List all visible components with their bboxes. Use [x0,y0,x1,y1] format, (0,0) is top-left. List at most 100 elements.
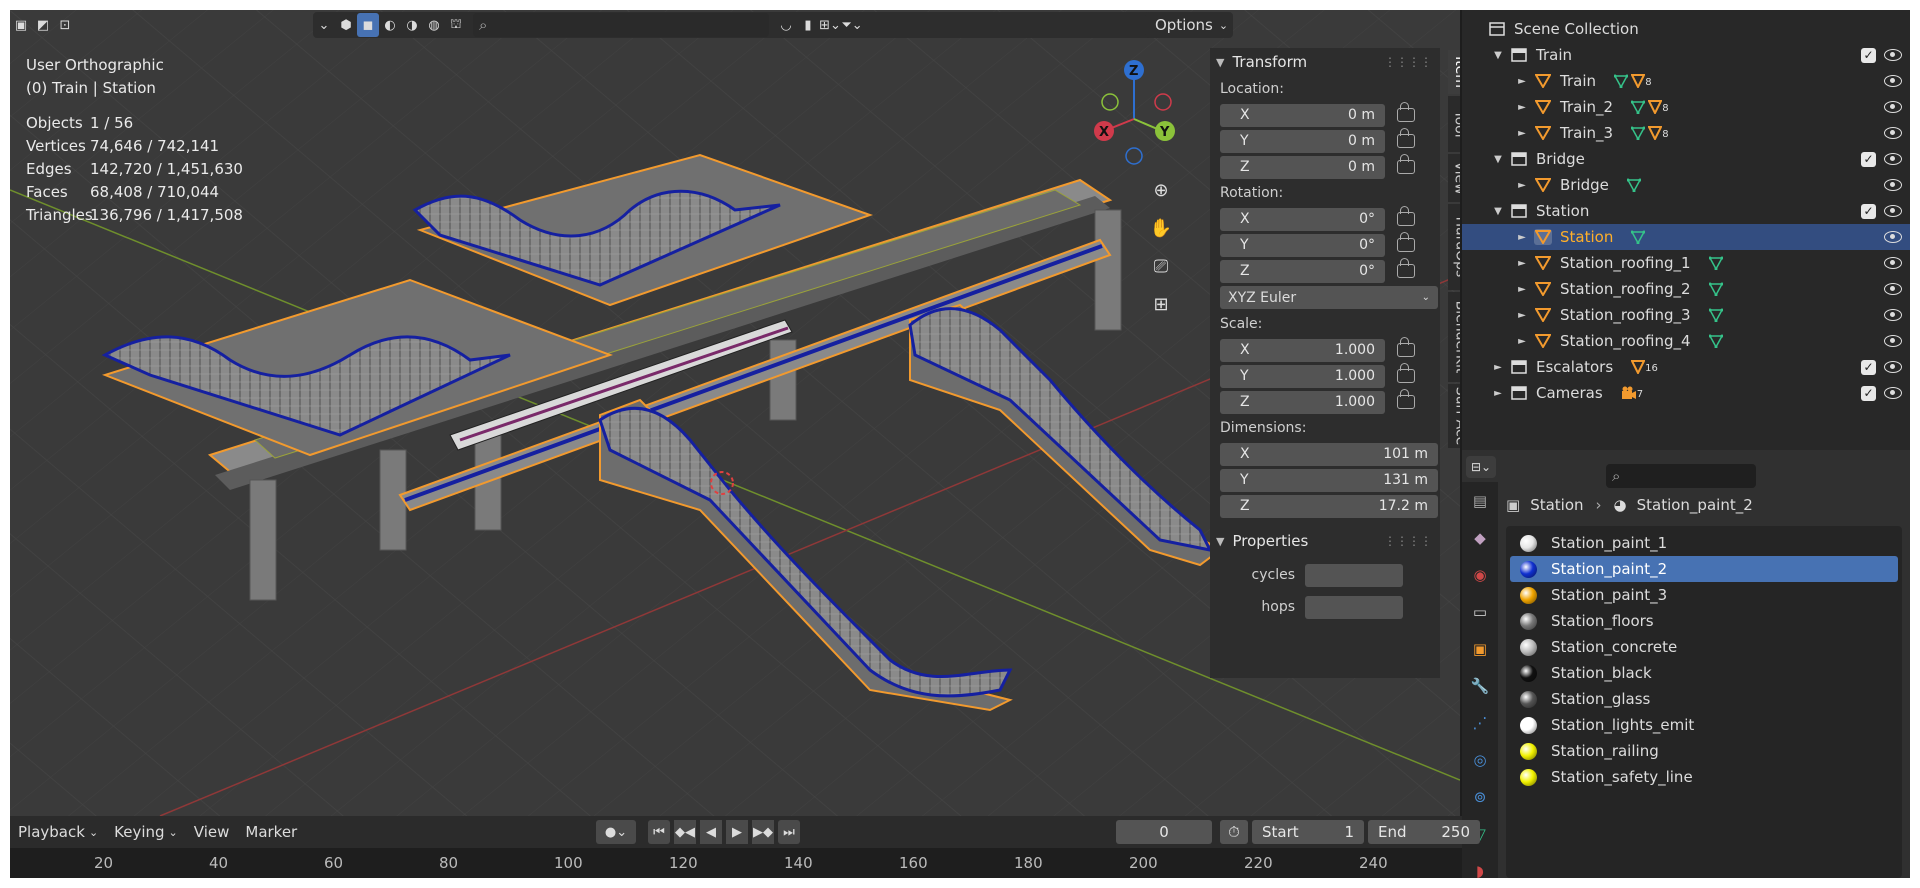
material-slot[interactable]: Station_railing [1510,738,1898,764]
chevron-right-icon[interactable]: ► [1516,284,1528,295]
filter-icon[interactable]: ⏷⌄ [841,13,863,37]
render-tab-icon[interactable]: ▤ [1462,482,1498,519]
chevron-right-icon[interactable]: ► [1516,76,1528,87]
custom-prop-field[interactable] [1305,563,1403,587]
chevron-right-icon[interactable]: ► [1492,362,1504,373]
solid-shading-icon[interactable]: ◼ [357,13,379,37]
lock-icon[interactable] [1397,363,1415,383]
editor-type-icon[interactable]: ⊟⌄ [1466,456,1496,478]
chevron-down-icon[interactable]: ▼ [1492,206,1504,217]
material-shading-icon[interactable]: ◐ [379,13,401,37]
rotation-x-field[interactable]: X 0° [1220,207,1385,231]
rotation-y-field[interactable]: Y 0° [1220,233,1385,257]
outliner-row-station_roofing_2[interactable]: ► Station_roofing_2 [1462,276,1910,302]
ortho-grid-icon[interactable]: ⊞ [1146,289,1176,319]
object-tab-icon[interactable]: ▣ [1462,630,1498,667]
eye-icon[interactable] [1884,361,1902,373]
object-gizmo-icon[interactable]: ⬢ [335,13,357,37]
location-x-field[interactable]: X 0 m [1220,103,1385,127]
jump-start-icon[interactable]: ⏮ [648,820,670,844]
play-icon[interactable]: ▶ [726,820,748,844]
properties-search-input[interactable]: ⌕ [1606,464,1756,488]
checkbox-icon[interactable]: ✓ [1861,359,1876,375]
transform-header[interactable]: ▼ Transform ⋮⋮⋮⋮ [1210,48,1440,76]
outliner-row-train[interactable]: ► Train 8 [1462,68,1910,94]
eye-icon[interactable] [1884,283,1902,295]
lock-icon[interactable] [1397,154,1415,174]
outliner-row-station_roofing_4[interactable]: ► Station_roofing_4 [1462,328,1910,354]
chevron-right-icon[interactable]: ► [1492,388,1504,399]
eye-icon[interactable] [1884,205,1902,217]
dimensions-z-field[interactable]: Z 17.2 m [1220,494,1438,518]
end-frame-field[interactable]: End 250 [1368,820,1480,844]
prev-key-icon[interactable]: ◆◀ [674,820,696,844]
drag-handle-icon[interactable]: ⋮⋮⋮⋮ [1384,55,1432,69]
location-y-field[interactable]: Y 0 m [1220,129,1385,153]
modifier-tab-icon[interactable]: 🔧 [1462,667,1498,704]
chevron-right-icon[interactable]: ► [1516,102,1528,113]
sidebar-tab-hardops[interactable]: HardOps [1448,204,1460,290]
lock-icon[interactable] [1397,337,1415,357]
eye-icon[interactable] [1884,127,1902,139]
eye-icon[interactable] [1884,75,1902,87]
chevron-right-icon[interactable]: ► [1516,232,1528,243]
outliner-row-station[interactable]: ► Station [1462,224,1910,250]
camera-view-icon[interactable]: ⎚ [1146,251,1176,281]
eye-icon[interactable] [1884,49,1902,61]
material-slot[interactable]: Station_safety_line [1510,764,1898,790]
eye-icon[interactable] [1884,231,1902,243]
rendered-shading-icon[interactable]: ◑ [401,13,423,37]
next-key-icon[interactable]: ▶◆ [752,820,774,844]
world-tab-icon[interactable]: ◉ [1462,556,1498,593]
particles-tab-icon[interactable]: ⋰ [1462,704,1498,741]
material-slot[interactable]: Station_floors [1510,608,1898,634]
material-tab-icon[interactable]: ◗ [1462,852,1498,879]
stopwatch-icon[interactable]: ⏱ [1220,820,1248,844]
world-icon[interactable]: ◍ [423,13,445,37]
select-box-icon[interactable]: ▣ [10,13,32,37]
drag-handle-icon[interactable]: ⋮⋮⋮⋮ [1384,534,1432,548]
start-frame-field[interactable]: Start 1 [1252,820,1364,844]
chevron-right-icon[interactable]: ► [1516,258,1528,269]
outliner-row-cameras[interactable]: ► Cameras 7 ✓ [1462,380,1910,406]
sidebar-tab-tool[interactable]: Tool [1448,96,1460,152]
material-slot[interactable]: Station_paint_3 [1510,582,1898,608]
outliner-row-station_roofing_1[interactable]: ► Station_roofing_1 [1462,250,1910,276]
jump-end-icon[interactable]: ⏭ [778,820,800,844]
sidebar-tab-view[interactable]: View [1448,154,1460,202]
lock-icon[interactable] [1397,232,1415,252]
hierarchy-icon[interactable]: ⊞⌄ [819,13,841,37]
chevron-right-icon[interactable]: ► [1516,310,1528,321]
scale-y-field[interactable]: Y 1.000 [1220,364,1385,388]
chevron-down-icon[interactable]: ▼ [1492,50,1504,61]
material-slot[interactable]: Station_black [1510,660,1898,686]
options-dropdown[interactable]: Options ⌄ [1145,12,1233,38]
dimensions-x-field[interactable]: X 101 m [1220,442,1438,466]
outliner[interactable]: Scene Collection ▼ Train ✓ ► Train 8 ► Train_2 … [1462,10,1910,450]
outliner-row-train_3[interactable]: ► Train_3 8 [1462,120,1910,146]
outliner-row-station_roofing_3[interactable]: ► Station_roofing_3 [1462,302,1910,328]
timeline-menu-marker[interactable]: Marker [237,816,305,848]
timeline-menu-playback[interactable]: Playback ⌄ [10,816,106,848]
location-z-field[interactable]: Z 0 m [1220,155,1385,179]
sidebar-tab-surf-ace[interactable]: Surf Ace [1448,384,1460,448]
material-slots-list[interactable]: Station_paint_1 Station_paint_2 Station_pa… [1506,526,1902,878]
frame-ruler[interactable]: 20 40 60 80 100 120 140 160 180 200 220 240 [10,848,1462,878]
sidebar-tab-item[interactable]: Item [1448,50,1460,94]
outliner-row-train_2[interactable]: ► Train_2 8 [1462,94,1910,120]
material-slot[interactable]: Station_lights_emit [1510,712,1898,738]
properties-header[interactable]: ▼ Properties ⋮⋮⋮⋮ [1210,527,1440,555]
checkbox-icon[interactable]: ✓ [1861,385,1876,401]
checkbox-icon[interactable]: ✓ [1861,47,1876,63]
editor-icon[interactable]: ⛫ [445,13,467,37]
outliner-row-scene collection[interactable]: Scene Collection [1462,16,1910,42]
eye-icon[interactable] [1884,101,1902,113]
outliner-row-bridge[interactable]: ▼ Bridge ✓ [1462,146,1910,172]
scale-z-field[interactable]: Z 1.000 [1220,390,1385,414]
physics-tab-icon[interactable]: ◎ [1462,741,1498,778]
material-slot[interactable]: Station_paint_1 [1510,530,1898,556]
eye-icon[interactable] [1884,309,1902,321]
rotation-mode-select[interactable]: XYZ Euler ⌄ [1220,286,1438,309]
timeline-menu-keying[interactable]: Keying ⌄ [106,816,186,848]
eye-icon[interactable] [1884,179,1902,191]
